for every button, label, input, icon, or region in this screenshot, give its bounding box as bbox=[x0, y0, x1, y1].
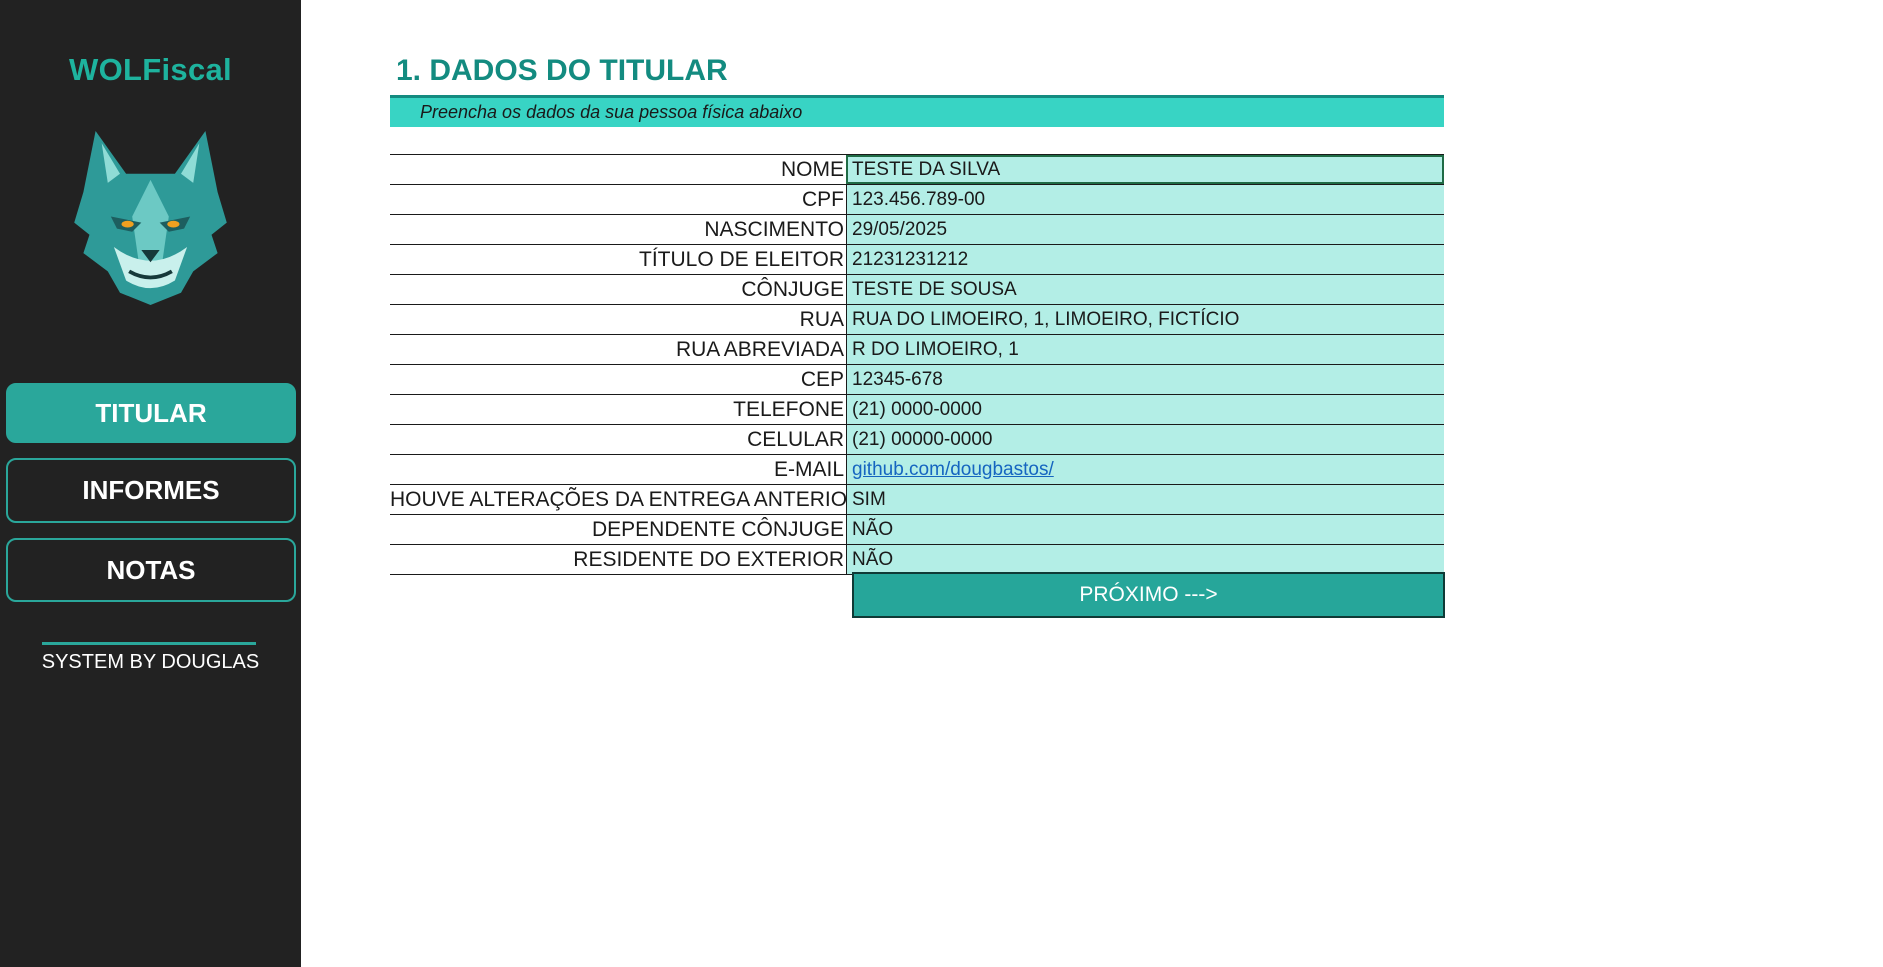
field-label-telefone: TELEFONE bbox=[733, 398, 844, 421]
subtitle-banner: Preencha os dados da sua pessoa física a… bbox=[390, 98, 1444, 127]
form-row: CEP 12345-678 bbox=[390, 365, 1444, 395]
field-value-cep[interactable]: 12345-678 bbox=[846, 365, 1444, 394]
nav-titular-button[interactable]: TITULAR bbox=[6, 383, 296, 443]
form-row: RUA ABREVIADA R DO LIMOEIRO, 1 bbox=[390, 335, 1444, 365]
form-row: TÍTULO DE ELEITOR 21231231212 bbox=[390, 245, 1444, 275]
field-value-celular[interactable]: (21) 00000-0000 bbox=[846, 425, 1444, 454]
form-row: CELULAR (21) 00000-0000 bbox=[390, 425, 1444, 455]
field-value-rua-abreviada[interactable]: R DO LIMOEIRO, 1 bbox=[846, 335, 1444, 364]
field-label-celular: CELULAR bbox=[747, 428, 844, 451]
field-value-nome[interactable]: TESTE DA SILVA bbox=[846, 155, 1444, 184]
form-row: CÔNJUGE TESTE DE SOUSA bbox=[390, 275, 1444, 305]
nav-notas-button[interactable]: NOTAS bbox=[6, 538, 296, 602]
field-value-cpf[interactable]: 123.456.789-00 bbox=[846, 185, 1444, 214]
form-grid: NOME TESTE DA SILVA CPF 123.456.789-00 N… bbox=[390, 154, 1444, 575]
next-button[interactable]: PRÓXIMO ---> bbox=[852, 572, 1445, 618]
form-row: E-MAIL github.com/dougbastos/ bbox=[390, 455, 1444, 485]
field-value-dependente-conjuge[interactable]: NÃO bbox=[846, 515, 1444, 544]
form-row: NASCIMENTO 29/05/2025 bbox=[390, 215, 1444, 245]
field-value-alteracoes[interactable]: SIM bbox=[846, 485, 1444, 514]
field-value-rua[interactable]: RUA DO LIMOEIRO, 1, LIMOEIRO, FICTÍCIO bbox=[846, 305, 1444, 334]
field-label-titulo-eleitor: TÍTULO DE ELEITOR bbox=[639, 248, 844, 271]
page-title: 1. DADOS DO TITULAR bbox=[396, 54, 728, 87]
sidebar: WOLFiscal TITULAR INFORMES NOTAS SYSTEM … bbox=[0, 0, 301, 967]
form-row: DEPENDENTE CÔNJUGE NÃO bbox=[390, 515, 1444, 545]
field-label-alteracoes: HOUVE ALTERAÇÕES DA ENTREGA ANTERIOR bbox=[390, 488, 863, 511]
form-row: NOME TESTE DA SILVA bbox=[390, 155, 1444, 185]
field-label-rua: RUA bbox=[799, 308, 844, 331]
wolf-logo-icon bbox=[74, 131, 227, 305]
field-value-email[interactable]: github.com/dougbastos/ bbox=[846, 455, 1444, 484]
field-value-telefone[interactable]: (21) 0000-0000 bbox=[846, 395, 1444, 424]
brand-title: WOLFiscal bbox=[69, 52, 232, 87]
field-value-titulo-eleitor[interactable]: 21231231212 bbox=[846, 245, 1444, 274]
signature-divider bbox=[42, 642, 256, 645]
nav-informes-button[interactable]: INFORMES bbox=[6, 458, 296, 523]
field-label-nome: NOME bbox=[781, 158, 844, 181]
form-row: RUA RUA DO LIMOEIRO, 1, LIMOEIRO, FICTÍC… bbox=[390, 305, 1444, 335]
email-link[interactable]: github.com/dougbastos/ bbox=[852, 459, 1054, 480]
field-label-conjuge: CÔNJUGE bbox=[741, 278, 844, 301]
field-label-rua-abreviada: RUA ABREVIADA bbox=[675, 338, 844, 361]
field-label-email: E-MAIL bbox=[773, 458, 844, 481]
field-label-dependente-conjuge: DEPENDENTE CÔNJUGE bbox=[591, 518, 844, 541]
field-label-cpf: CPF bbox=[802, 188, 844, 211]
field-label-nascimento: NASCIMENTO bbox=[704, 218, 844, 241]
field-label-residente-exterior: RESIDENTE DO EXTERIOR bbox=[573, 548, 844, 571]
field-value-nascimento[interactable]: 29/05/2025 bbox=[846, 215, 1444, 244]
field-value-residente-exterior[interactable]: NÃO bbox=[846, 545, 1444, 574]
signature-text: SYSTEM BY DOUGLAS bbox=[41, 651, 260, 673]
field-label-cep: CEP bbox=[800, 368, 844, 391]
form-row: RESIDENTE DO EXTERIOR NÃO bbox=[390, 545, 1444, 575]
form-row: TELEFONE (21) 0000-0000 bbox=[390, 395, 1444, 425]
form-row: HOUVE ALTERAÇÕES DA ENTREGA ANTERIOR SIM bbox=[390, 485, 1444, 515]
form-row: CPF 123.456.789-00 bbox=[390, 185, 1444, 215]
field-value-conjuge[interactable]: TESTE DE SOUSA bbox=[846, 275, 1444, 304]
